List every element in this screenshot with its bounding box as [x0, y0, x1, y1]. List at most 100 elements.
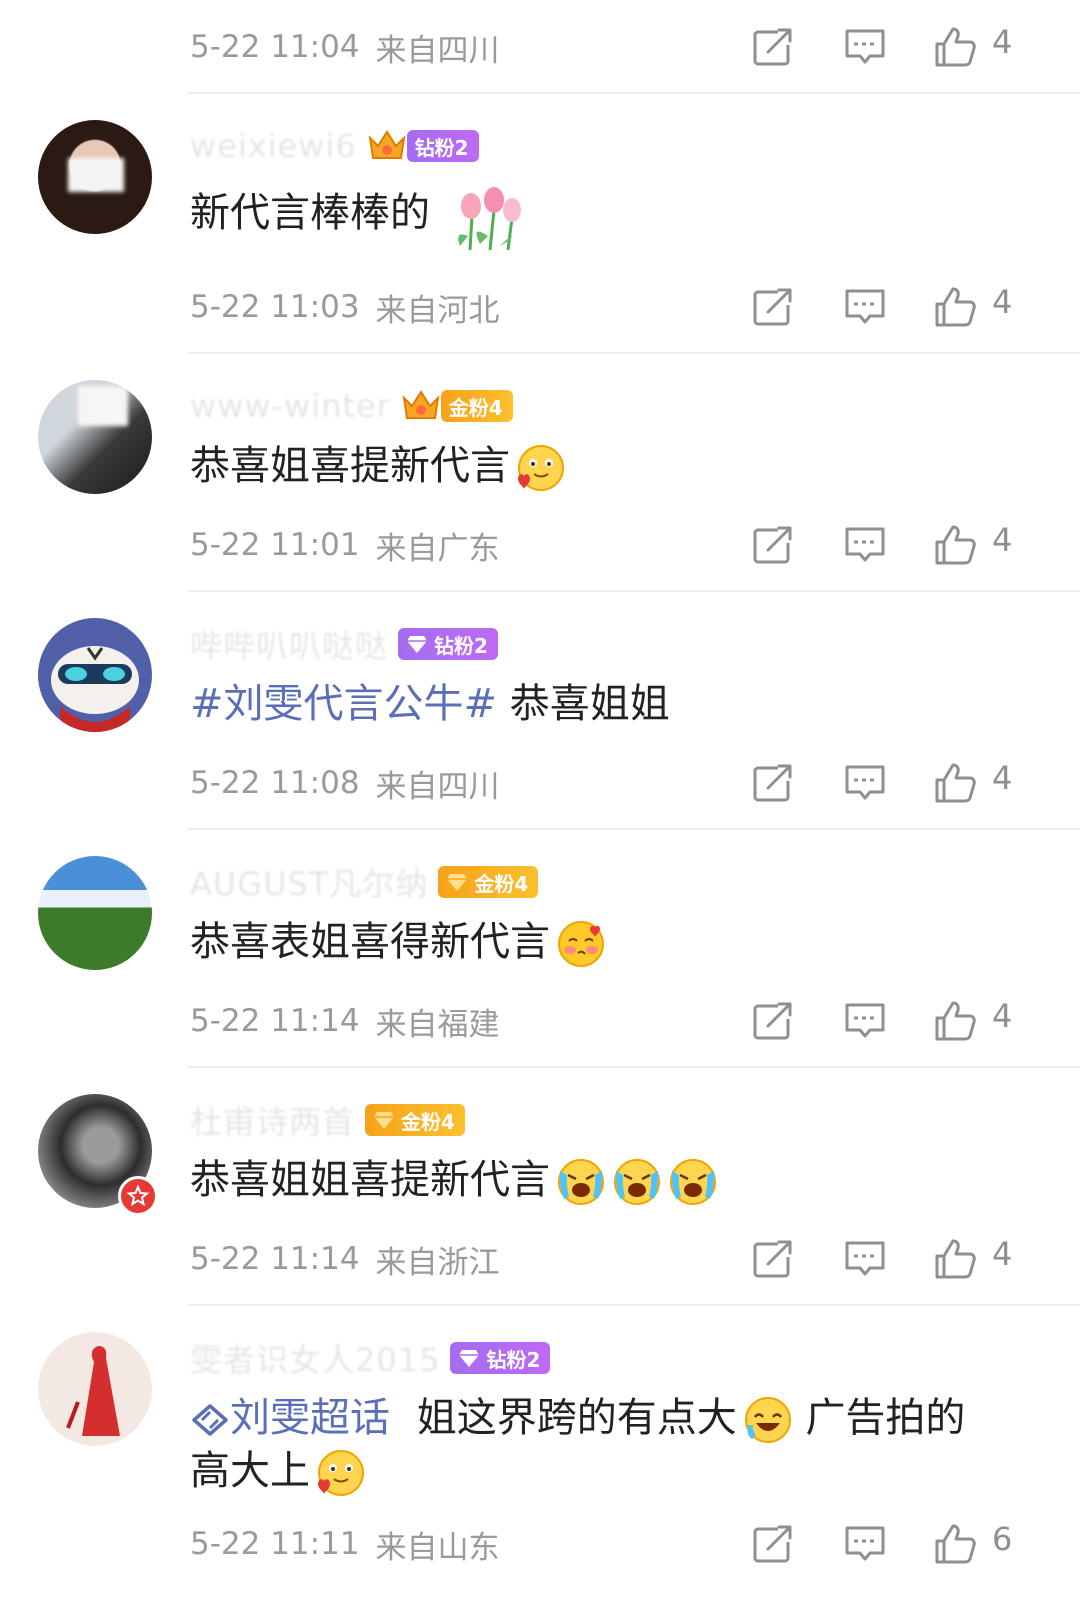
- like-icon[interactable]: [934, 27, 976, 67]
- comment-location: 来自四川: [375, 768, 500, 805]
- comment-meta: 5-22 11:01 来自广东: [190, 515, 500, 575]
- comment-meta: 5-22 11:03 来自河北: [190, 277, 500, 337]
- comment-actions: 4: [752, 515, 1032, 575]
- divider: [188, 352, 1080, 354]
- like-icon[interactable]: [934, 1239, 976, 1279]
- tulip-icon: [440, 180, 530, 250]
- comment-icon[interactable]: [844, 1001, 886, 1041]
- share-icon[interactable]: [752, 525, 794, 565]
- divider: [188, 590, 1080, 592]
- love-emoji-icon: [516, 443, 566, 493]
- comment-meta: 5-22 11:14 来自福建: [190, 991, 500, 1051]
- fan-level-badge: 金粉4: [365, 1104, 465, 1136]
- comment-meta: 5-22 11:08 来自四川: [190, 753, 500, 813]
- diamond-icon: [458, 1348, 480, 1368]
- comment-text: 恭喜表姐喜得新代言: [190, 916, 606, 969]
- like-count[interactable]: 4: [992, 997, 1012, 1035]
- username-row: www-winter 金粉4: [190, 384, 513, 428]
- comment-icon[interactable]: [844, 27, 886, 67]
- comment-text: 恭喜姐姐喜提新代言: [190, 1154, 718, 1207]
- share-icon[interactable]: [752, 287, 794, 327]
- like-count[interactable]: 4: [992, 23, 1012, 61]
- comment-actions: 4: [752, 17, 1032, 77]
- share-icon[interactable]: [752, 27, 794, 67]
- username-row: 哔哔叭叭哒哒 钻粉2: [190, 622, 498, 666]
- comment-body: 恭喜姐姐喜提新代言: [190, 1157, 550, 1203]
- diamond-icon: [406, 634, 428, 654]
- like-icon[interactable]: [934, 287, 976, 327]
- comment-actions: 4: [752, 277, 1032, 337]
- username[interactable]: 雯者识女人2015: [190, 1335, 440, 1381]
- comment-location: 来自四川: [375, 32, 500, 69]
- share-icon[interactable]: [752, 763, 794, 803]
- divider: [188, 1066, 1080, 1068]
- like-icon[interactable]: [934, 763, 976, 803]
- username[interactable]: 哔哔叭叭哒哒: [190, 621, 388, 667]
- crying-emoji-icon: [556, 1157, 606, 1207]
- comment-meta: 5-22 11:14 来自浙江: [190, 1229, 500, 1289]
- username[interactable]: 杜甫诗两首: [190, 1097, 355, 1143]
- fan-level-badge: 金粉4: [438, 866, 539, 898]
- comment-text: 恭喜姐喜提新代言: [190, 440, 566, 493]
- crying-emoji-icon: [668, 1157, 718, 1207]
- comment-location: 来自山东: [375, 1529, 500, 1566]
- comment-body: 恭喜姐姐: [509, 681, 670, 727]
- like-count[interactable]: 4: [992, 1235, 1012, 1273]
- username-row: weixiewi6 钻粉2: [190, 124, 479, 168]
- username[interactable]: www-winter: [190, 387, 391, 425]
- gold-gem-icon: [373, 1110, 395, 1130]
- comment-actions: 6: [752, 1514, 1032, 1574]
- comment-time: 5-22 11:01: [190, 527, 360, 563]
- like-count[interactable]: 4: [992, 759, 1012, 797]
- avatar[interactable]: [38, 380, 152, 494]
- hashtag-link[interactable]: #刘雯代言公牛#: [190, 681, 497, 727]
- comment-icon[interactable]: [844, 287, 886, 327]
- comment-body: 恭喜姐喜提新代言: [190, 443, 510, 489]
- comment-meta: 5-22 11:04 来自四川: [190, 17, 500, 77]
- supertopic-link[interactable]: 刘雯超话: [230, 1395, 390, 1441]
- comment-body: 高大上: [190, 1448, 310, 1494]
- username[interactable]: AUGUST凡尔纳: [190, 859, 428, 905]
- verified-badge: [118, 1176, 158, 1216]
- avatar[interactable]: [38, 1332, 152, 1446]
- comment-icon[interactable]: [844, 763, 886, 803]
- comment-icon[interactable]: [844, 1239, 886, 1279]
- comment-icon[interactable]: [844, 1524, 886, 1564]
- comment-text: 刘雯超话 姐这界跨的有点大 广告拍的 高大上: [190, 1392, 1020, 1498]
- like-count[interactable]: 4: [992, 283, 1012, 321]
- like-count[interactable]: 6: [992, 1520, 1012, 1558]
- laugh-cry-emoji-icon: [743, 1395, 793, 1445]
- comment-location: 来自河北: [375, 292, 500, 329]
- comment-text: 新代言棒棒的: [190, 180, 530, 250]
- fan-badge: 金粉4: [401, 388, 513, 424]
- comment-body: 广告拍的: [805, 1395, 966, 1441]
- fan-level-badge: 钻粉2: [450, 1342, 551, 1374]
- comment-time: 5-22 11:14: [190, 1241, 360, 1277]
- username-row: AUGUST凡尔纳 金粉4: [190, 859, 539, 905]
- username[interactable]: weixiewi6: [190, 127, 357, 165]
- share-icon[interactable]: [752, 1239, 794, 1279]
- comment-actions: 4: [752, 1229, 1032, 1289]
- like-count[interactable]: 4: [992, 521, 1012, 559]
- divider: [188, 92, 1080, 94]
- fan-level-badge: 金粉4: [440, 390, 513, 422]
- comment-location: 来自福建: [375, 1006, 500, 1043]
- like-icon[interactable]: [934, 525, 976, 565]
- share-icon[interactable]: [752, 1524, 794, 1564]
- comment-text: #刘雯代言公牛# 恭喜姐姐: [190, 678, 670, 730]
- share-icon[interactable]: [752, 1001, 794, 1041]
- comment-location: 来自浙江: [375, 1244, 500, 1281]
- comment-time: 5-22 11:08: [190, 765, 360, 801]
- comment-location: 来自广东: [375, 530, 500, 567]
- like-icon[interactable]: [934, 1001, 976, 1041]
- username-row: 杜甫诗两首 金粉4: [190, 1098, 465, 1142]
- fan-level-badge: 钻粉2: [406, 130, 479, 162]
- avatar[interactable]: [38, 120, 152, 234]
- comment-time: 5-22 11:03: [190, 289, 360, 325]
- comment-time: 5-22 11:11: [190, 1526, 360, 1562]
- comment-icon[interactable]: [844, 525, 886, 565]
- avatar[interactable]: [38, 856, 152, 970]
- avatar[interactable]: [38, 618, 152, 732]
- fan-badge: 钻粉2: [367, 128, 479, 164]
- like-icon[interactable]: [934, 1524, 976, 1564]
